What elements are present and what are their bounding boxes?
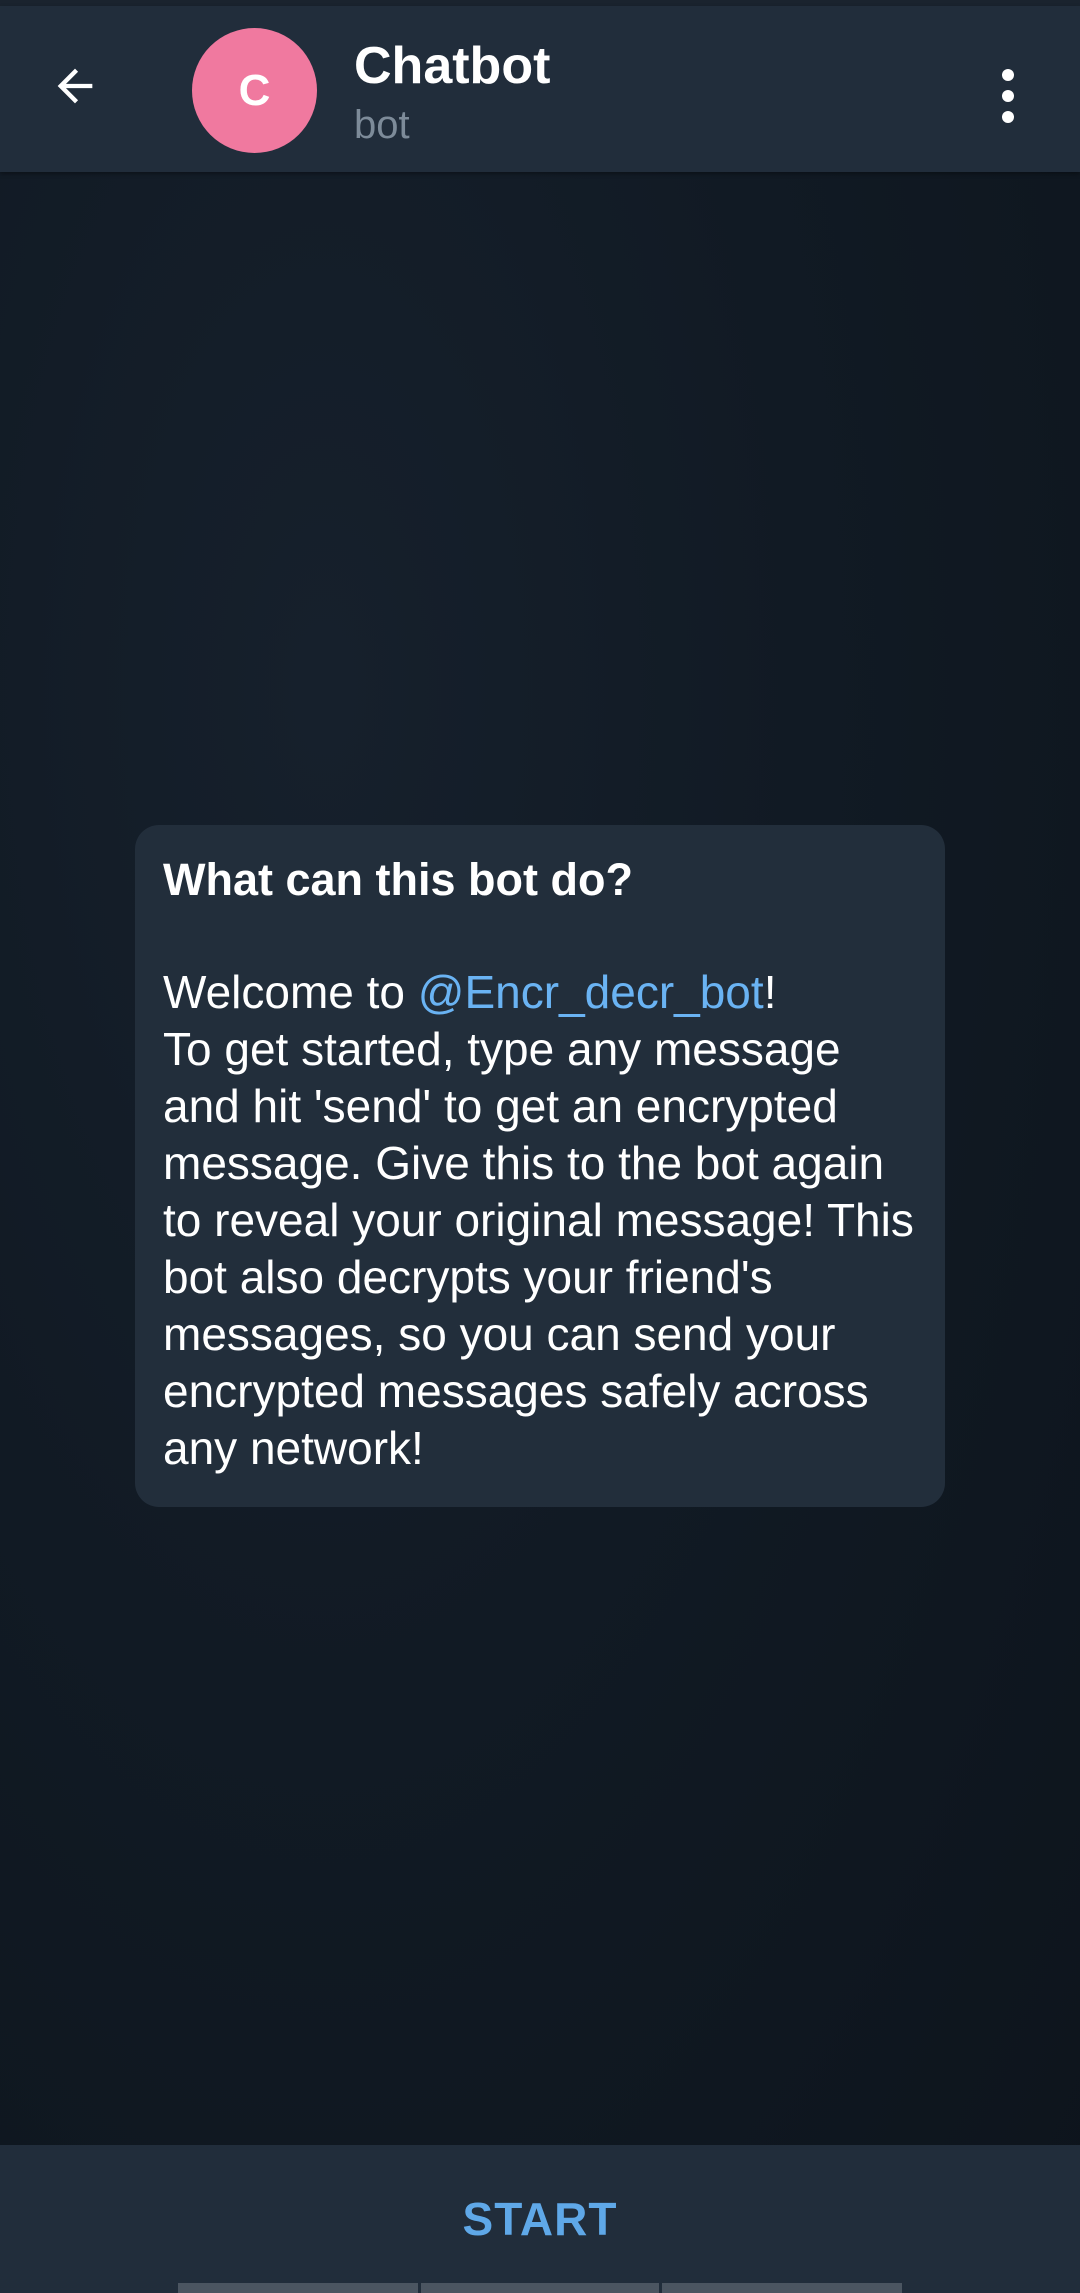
avatar[interactable]: C bbox=[192, 28, 317, 153]
avatar-letter: C bbox=[238, 65, 271, 115]
bot-info-card: What can this bot do? Welcome to @Encr_d… bbox=[135, 825, 945, 1507]
bot-description: To get started, type any message and hit… bbox=[163, 1023, 914, 1474]
more-menu-button[interactable] bbox=[978, 56, 1038, 136]
bot-info-title: What can this bot do? bbox=[163, 854, 633, 905]
welcome-prefix: Welcome to bbox=[163, 966, 418, 1018]
more-vertical-icon-dot bbox=[1002, 111, 1014, 123]
arrow-left-icon bbox=[57, 68, 93, 104]
navigation-bar-segment bbox=[421, 2283, 659, 2293]
welcome-suffix: ! bbox=[763, 966, 777, 1018]
more-vertical-icon bbox=[1002, 69, 1014, 81]
back-button[interactable] bbox=[40, 51, 110, 121]
bottom-bar: START bbox=[0, 2145, 1080, 2293]
navigation-bar-segment bbox=[662, 2283, 902, 2293]
bot-username-link[interactable]: @Encr_decr_bot bbox=[418, 966, 764, 1018]
chat-header: C Chatbot bot bbox=[0, 6, 1080, 172]
more-vertical-icon-dot bbox=[1002, 90, 1014, 102]
start-button[interactable]: START bbox=[0, 2145, 1080, 2293]
chat-title[interactable]: Chatbot bbox=[354, 36, 550, 96]
bot-info-text: Welcome to @Encr_decr_bot! To get starte… bbox=[163, 964, 917, 1477]
navigation-bar-segment bbox=[178, 2283, 418, 2293]
chat-subtitle: bot bbox=[354, 103, 410, 147]
chat-screen: C Chatbot bot What can this bot do? Welc… bbox=[0, 0, 1080, 2293]
